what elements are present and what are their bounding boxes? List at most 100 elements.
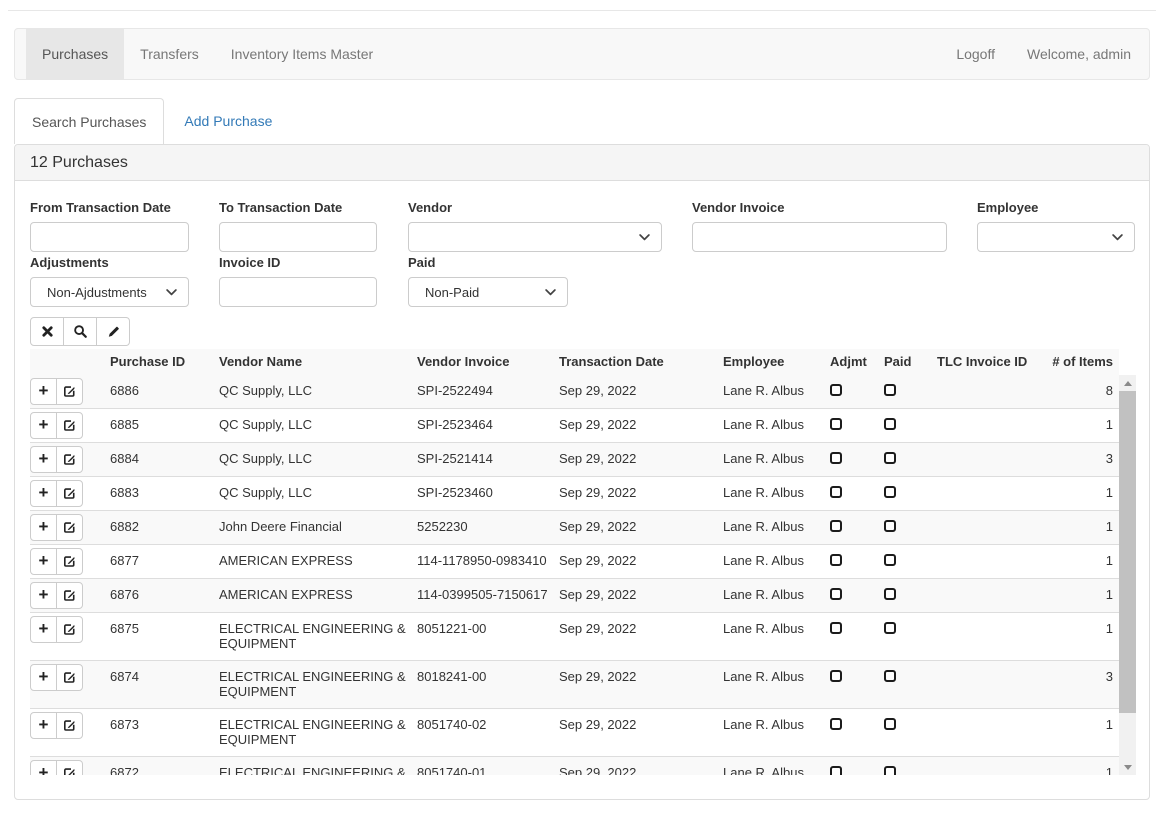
adjmt-checkbox[interactable] bbox=[830, 384, 842, 396]
logoff-link[interactable]: Logoff bbox=[940, 29, 1011, 79]
from-transaction-date-input[interactable] bbox=[30, 222, 189, 252]
adjmt-checkbox[interactable] bbox=[830, 554, 842, 566]
add-line-button[interactable]: + bbox=[30, 412, 57, 439]
paid-checkbox[interactable] bbox=[884, 588, 896, 600]
clear-filters-button[interactable] bbox=[30, 317, 64, 346]
add-line-button[interactable]: + bbox=[30, 712, 57, 739]
paid-checkbox[interactable] bbox=[884, 418, 896, 430]
add-line-button[interactable]: + bbox=[30, 514, 57, 541]
nav-item-purchases[interactable]: Purchases bbox=[26, 29, 124, 79]
row-actions-cell: + bbox=[30, 545, 110, 579]
purchase-id-cell: 6882 bbox=[110, 511, 219, 545]
purchase-id-cell: 6877 bbox=[110, 545, 219, 579]
edit-row-button[interactable] bbox=[56, 712, 83, 739]
edit-note-icon bbox=[62, 670, 77, 685]
vendor-select[interactable] bbox=[408, 222, 662, 252]
num-items-cell: 8 bbox=[1045, 375, 1119, 409]
edit-row-button[interactable] bbox=[56, 760, 83, 775]
edit-note-icon bbox=[62, 588, 77, 603]
field-adjustments: Adjustments Non-Ajdustments bbox=[30, 255, 189, 307]
edit-row-button[interactable] bbox=[56, 664, 83, 691]
chevron-down-icon bbox=[166, 289, 177, 296]
employee-cell: Lane R. Albus bbox=[723, 661, 830, 709]
edit-row-button[interactable] bbox=[56, 378, 83, 405]
paid-checkbox[interactable] bbox=[884, 670, 896, 682]
table-row: + 6883 QC Supply, LLC SPI-2523460 Sep 29… bbox=[30, 477, 1119, 511]
edit-note-icon bbox=[62, 384, 77, 399]
edit-row-button[interactable] bbox=[56, 616, 83, 643]
scrollbar-thumb[interactable] bbox=[1119, 391, 1136, 713]
adjmt-checkbox[interactable] bbox=[830, 670, 842, 682]
paid-checkbox[interactable] bbox=[884, 452, 896, 464]
edit-row-button[interactable] bbox=[56, 548, 83, 575]
adjmt-checkbox[interactable] bbox=[830, 766, 842, 775]
edit-row-button[interactable] bbox=[56, 412, 83, 439]
purchase-id-cell: 6876 bbox=[110, 579, 219, 613]
adjustments-label: Adjustments bbox=[30, 255, 189, 270]
scroll-up-arrow[interactable] bbox=[1119, 375, 1136, 391]
adjmt-checkbox[interactable] bbox=[830, 622, 842, 634]
edit-row-button[interactable] bbox=[56, 480, 83, 507]
field-from-transaction-date: From Transaction Date bbox=[30, 200, 189, 252]
paid-select[interactable]: Non-Paid bbox=[408, 277, 568, 307]
paid-checkbox[interactable] bbox=[884, 718, 896, 730]
edit-row-button[interactable] bbox=[56, 514, 83, 541]
edit-button[interactable] bbox=[96, 317, 130, 346]
edit-row-button[interactable] bbox=[56, 446, 83, 473]
transaction-date-cell: Sep 29, 2022 bbox=[559, 579, 723, 613]
add-line-button[interactable]: + bbox=[30, 582, 57, 609]
tab-add-purchase[interactable]: Add Purchase bbox=[167, 98, 289, 144]
vendor-invoice-cell: 8051221-00 bbox=[417, 613, 559, 661]
add-line-button[interactable]: + bbox=[30, 446, 57, 473]
paid-checkbox[interactable] bbox=[884, 554, 896, 566]
vendor-name-cell: ELECTRICAL ENGINEERING & EQUIPMENT bbox=[219, 661, 417, 709]
plus-icon: + bbox=[39, 484, 49, 501]
to-transaction-date-label: To Transaction Date bbox=[219, 200, 377, 215]
add-line-button[interactable]: + bbox=[30, 480, 57, 507]
paid-checkbox[interactable] bbox=[884, 520, 896, 532]
plus-icon: + bbox=[39, 764, 49, 775]
to-transaction-date-input[interactable] bbox=[219, 222, 377, 252]
table-row: + 6873 ELECTRICAL ENGINEERING & EQUIPMEN… bbox=[30, 709, 1119, 757]
tlc-invoice-id-cell bbox=[937, 375, 1045, 409]
num-items-cell: 1 bbox=[1045, 613, 1119, 661]
adjmt-checkbox[interactable] bbox=[830, 418, 842, 430]
adjmt-checkbox[interactable] bbox=[830, 718, 842, 730]
invoice-id-label: Invoice ID bbox=[219, 255, 377, 270]
adjmt-checkbox[interactable] bbox=[830, 486, 842, 498]
employee-cell: Lane R. Albus bbox=[723, 545, 830, 579]
adjmt-checkbox[interactable] bbox=[830, 520, 842, 532]
edit-row-button[interactable] bbox=[56, 582, 83, 609]
tab-search-purchases[interactable]: Search Purchases bbox=[14, 98, 164, 144]
paid-cell bbox=[884, 443, 937, 477]
num-items-cell: 1 bbox=[1045, 477, 1119, 511]
paid-checkbox[interactable] bbox=[884, 384, 896, 396]
vendor-invoice-input[interactable] bbox=[692, 222, 947, 252]
employee-select[interactable] bbox=[977, 222, 1135, 252]
row-actions-cell: + bbox=[30, 443, 110, 477]
transaction-date-cell: Sep 29, 2022 bbox=[559, 757, 723, 776]
add-line-button[interactable]: + bbox=[30, 664, 57, 691]
purchase-id-cell: 6886 bbox=[110, 375, 219, 409]
vertical-scrollbar[interactable] bbox=[1119, 375, 1136, 775]
navbar-main-items: Purchases Transfers Inventory Items Mast… bbox=[26, 29, 389, 79]
invoice-id-input[interactable] bbox=[219, 277, 377, 307]
add-line-button[interactable]: + bbox=[30, 548, 57, 575]
search-button[interactable] bbox=[63, 317, 97, 346]
top-divider bbox=[8, 10, 1156, 11]
add-line-button[interactable]: + bbox=[30, 378, 57, 405]
paid-checkbox[interactable] bbox=[884, 766, 896, 775]
field-paid: Paid Non-Paid bbox=[408, 255, 568, 307]
add-line-button[interactable]: + bbox=[30, 616, 57, 643]
num-items-cell: 1 bbox=[1045, 709, 1119, 757]
paid-checkbox[interactable] bbox=[884, 486, 896, 498]
paid-checkbox[interactable] bbox=[884, 622, 896, 634]
nav-item-inventory-items-master[interactable]: Inventory Items Master bbox=[215, 29, 389, 79]
nav-item-transfers[interactable]: Transfers bbox=[124, 29, 215, 79]
scroll-down-arrow[interactable] bbox=[1119, 759, 1136, 775]
grid-scroll-viewport[interactable]: + 6886 QC Supply, LLC SPI-2522494 Sep 29… bbox=[30, 375, 1119, 775]
add-line-button[interactable]: + bbox=[30, 760, 57, 775]
adjmt-checkbox[interactable] bbox=[830, 452, 842, 464]
adjustments-select[interactable]: Non-Ajdustments bbox=[30, 277, 189, 307]
adjmt-checkbox[interactable] bbox=[830, 588, 842, 600]
